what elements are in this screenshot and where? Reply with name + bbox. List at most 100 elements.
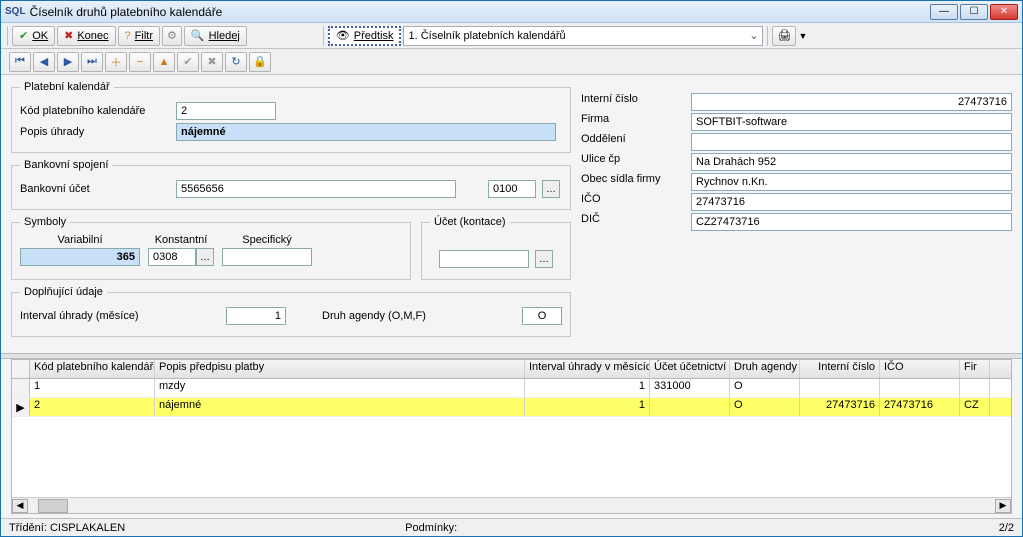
popis-label: Popis úhrady [20, 126, 170, 138]
combo-value: 1. Číselník platebních kalendářů [408, 30, 565, 42]
legend-symboly: Symboly [20, 216, 70, 228]
kod-label: Kód platebního kalendáře [20, 105, 170, 117]
minimize-button[interactable]: — [930, 4, 958, 20]
bank-ucet-label: Bankovní účet [20, 183, 170, 195]
grid-header: Kód platebního kalendáře Popis předpisu … [12, 360, 1011, 379]
prev-button[interactable]: ◀ [33, 52, 55, 72]
check-icon: ✔ [19, 29, 28, 42]
scroll-thumb[interactable] [38, 499, 68, 513]
nav-toolbar: ⏮ ◀ ▶ ⏭ ＋ − ▲ ✔ ✖ ↻ 🔒 [1, 49, 1022, 75]
col-interni[interactable]: Interní číslo [800, 360, 880, 378]
discard-button[interactable]: ✖ [201, 52, 223, 72]
last-button[interactable]: ⏭ [81, 52, 103, 72]
col-interval[interactable]: Interval úhrady v měsících [525, 360, 650, 378]
first-button[interactable]: ⏮ [9, 52, 31, 72]
horizontal-scrollbar[interactable]: ◀ ▶ [12, 497, 1011, 513]
specificky-label: Specifický [242, 234, 292, 246]
add-button[interactable]: ＋ [105, 52, 127, 72]
cancel-button[interactable]: ✖ Konec [57, 26, 115, 46]
legend-ucet-kontace: Účet (kontace) [430, 216, 510, 228]
form-area: Platební kalendář Kód platebního kalendá… [1, 75, 1022, 353]
ulice-label: Ulice čp [581, 153, 691, 171]
oddeleni-label: Oddělení [581, 133, 691, 151]
col-ico[interactable]: IČO [880, 360, 960, 378]
legend-platebni-kalendar: Platební kalendář [20, 81, 114, 93]
legend-bankovni-spojeni: Bankovní spojení [20, 159, 112, 171]
firma-value[interactable]: SOFTBIT-software [691, 113, 1012, 131]
filter-button[interactable]: ? Filtr [118, 26, 160, 46]
scroll-left-icon[interactable]: ◀ [12, 499, 28, 513]
obec-value[interactable]: Rychnov n.Kn. [691, 173, 1012, 191]
interval-label: Interval úhrady (měsíce) [20, 310, 220, 322]
ulice-value[interactable]: Na Drahách 952 [691, 153, 1012, 171]
main-toolbar: ✔ OK ✖ Konec ? Filtr ⚙ 🔍 Hledej 👁 Předti… [1, 23, 1022, 49]
druh-agendy-input[interactable]: O [522, 307, 562, 325]
preview-icon: 👁 [336, 29, 350, 42]
bank-lookup-button[interactable]: … [542, 180, 560, 198]
specificky-input[interactable] [222, 248, 312, 266]
predtisk-button[interactable]: 👁 Předtisk [328, 26, 402, 46]
wrench-icon: ⚙ [167, 29, 177, 42]
ucet-kontace-group: Účet (kontace) … [421, 216, 571, 280]
refresh-button[interactable]: ↻ [225, 52, 247, 72]
confirm-button[interactable]: ✔ [177, 52, 199, 72]
row-indicator-icon: ▶ [12, 398, 30, 416]
tool-button[interactable]: ⚙ [162, 26, 182, 46]
col-druh[interactable]: Druh agendy [730, 360, 800, 378]
table-row[interactable]: ▶ 2 nájemné 1 O 27473716 27473716 CZ [12, 398, 1011, 417]
firma-label: Firma [581, 113, 691, 131]
edit-button[interactable]: ▲ [153, 52, 175, 72]
table-row[interactable]: 1 mzdy 1 331000 O [12, 379, 1011, 398]
app-window: SQL Číselník druhů platebního kalendáře … [0, 0, 1023, 537]
chevron-down-icon[interactable]: ▼ [798, 31, 807, 41]
printer-icon: 🖨 [777, 29, 791, 42]
remove-button[interactable]: − [129, 52, 151, 72]
col-kod[interactable]: Kód platebního kalendáře [30, 360, 155, 378]
col-popis[interactable]: Popis předpisu platby [155, 360, 525, 378]
maximize-button[interactable]: ☐ [960, 4, 988, 20]
legend-doplnujici: Doplňující údaje [20, 286, 107, 298]
col-fir[interactable]: Fir [960, 360, 990, 378]
statusbar: Třídění: CISPLAKALEN Podmínky: 2/2 [1, 518, 1022, 536]
interni-value[interactable]: 27473716 [691, 93, 1012, 111]
print-template-combo[interactable]: 1. Číselník platebních kalendářů ⌄ [403, 26, 763, 46]
konstantni-lookup-button[interactable]: … [196, 248, 214, 266]
col-ucet[interactable]: Účet účetnictví [650, 360, 730, 378]
ucet-lookup-button[interactable]: … [535, 250, 553, 268]
lock-button[interactable]: 🔒 [249, 52, 271, 72]
popis-input[interactable]: nájemné [176, 123, 556, 141]
dic-label: DIČ [581, 213, 691, 231]
interni-label: Interní číslo [581, 93, 691, 111]
interval-input[interactable]: 1 [226, 307, 286, 325]
bank-code-input[interactable]: 0100 [488, 180, 536, 198]
app-icon: SQL [5, 6, 26, 17]
bankovni-spojeni-group: Bankovní spojení Bankovní účet 5565656 0… [11, 159, 571, 210]
titlebar: SQL Číselník druhů platebního kalendáře … [1, 1, 1022, 23]
search-button[interactable]: 🔍 Hledej [184, 26, 247, 46]
ico-value[interactable]: 27473716 [691, 193, 1012, 211]
ico-label: IČO [581, 193, 691, 211]
close-button[interactable]: ✕ [990, 4, 1018, 20]
dic-value[interactable]: CZ27473716 [691, 213, 1012, 231]
konstantni-label: Konstantní [155, 234, 208, 246]
print-button[interactable]: 🖨 [772, 26, 796, 46]
oddeleni-value[interactable] [691, 133, 1012, 151]
data-grid[interactable]: Kód platebního kalendáře Popis předpisu … [11, 359, 1012, 514]
firm-info: Interní číslo27473716 FirmaSOFTBIT-softw… [581, 81, 1012, 343]
status-counter: 2/2 [999, 522, 1014, 534]
next-button[interactable]: ▶ [57, 52, 79, 72]
question-icon: ? [125, 30, 131, 42]
x-icon: ✖ [64, 29, 73, 42]
ok-button[interactable]: ✔ OK [12, 26, 55, 46]
ucet-kontace-input[interactable] [439, 250, 529, 268]
chevron-down-icon: ⌄ [749, 29, 758, 42]
platebni-kalendar-group: Platební kalendář Kód platebního kalendá… [11, 81, 571, 153]
druh-agendy-label: Druh agendy (O,M,F) [322, 310, 426, 322]
scroll-right-icon[interactable]: ▶ [995, 499, 1011, 513]
window-title: Číselník druhů platebního kalendáře [30, 5, 930, 19]
kod-input[interactable]: 2 [176, 102, 276, 120]
variabilni-input[interactable]: 365 [20, 248, 140, 266]
bank-ucet-input[interactable]: 5565656 [176, 180, 456, 198]
konstantni-input[interactable]: 0308 [148, 248, 196, 266]
search-icon: 🔍 [191, 29, 205, 42]
